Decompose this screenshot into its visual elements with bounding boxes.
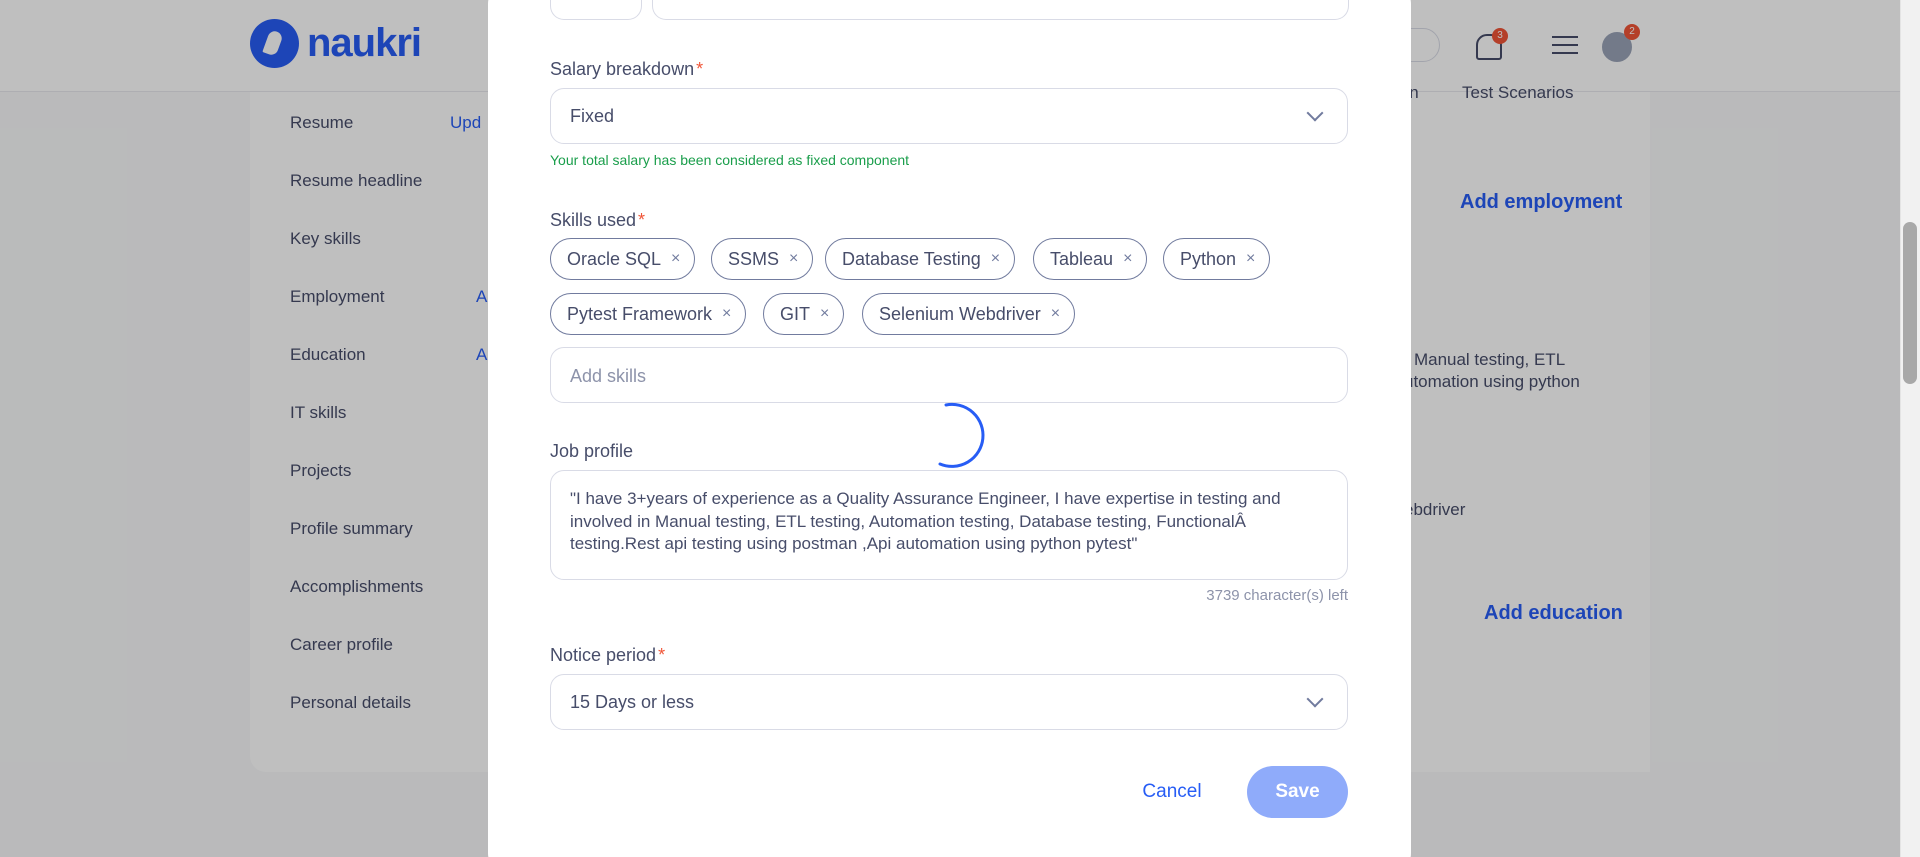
skill-chip-label: Pytest Framework xyxy=(567,303,713,324)
skills-used-label-text: Skills used xyxy=(550,210,637,230)
previous-field-input[interactable] xyxy=(550,0,642,20)
remove-chip-icon[interactable]: × xyxy=(820,305,829,323)
skill-chip: Python × xyxy=(1163,238,1271,280)
salary-hint: Your total salary has been considered as… xyxy=(550,152,910,168)
skill-chip-label: Oracle SQL xyxy=(567,248,662,269)
notice-period-label: Notice period * xyxy=(550,645,665,666)
remove-chip-icon[interactable]: × xyxy=(1123,250,1132,268)
skill-chip: SSMS × xyxy=(711,238,814,280)
save-button[interactable]: Save xyxy=(1247,766,1348,818)
remove-chip-icon[interactable]: × xyxy=(789,250,798,268)
loading-spinner-icon xyxy=(938,402,985,468)
remove-chip-icon[interactable]: × xyxy=(1246,250,1255,268)
job-profile-label: Job profile xyxy=(550,441,634,461)
characters-left-counter: 3739 character(s) left xyxy=(1206,587,1348,604)
scrollbar-track[interactable] xyxy=(1900,0,1920,857)
salary-breakdown-value: Fixed xyxy=(570,106,615,126)
skill-chip: Selenium Webdriver × xyxy=(862,293,1076,335)
skill-chip-label: SSMS xyxy=(728,248,780,269)
salary-breakdown-label: Salary breakdown * xyxy=(550,59,703,80)
required-asterisk: * xyxy=(658,645,666,665)
add-skills-input[interactable] xyxy=(570,364,1310,388)
notice-period-label-text: Notice period xyxy=(550,645,657,665)
add-skills-field[interactable] xyxy=(550,347,1348,403)
skill-chip: GIT × xyxy=(763,293,845,335)
notice-period-select[interactable]: 15 Days or less xyxy=(550,674,1348,730)
notice-period-value: 15 Days or less xyxy=(570,692,695,712)
previous-field-input[interactable] xyxy=(652,0,1349,20)
skill-chip-label: Python xyxy=(1180,248,1237,269)
salary-breakdown-label-text: Salary breakdown xyxy=(550,59,695,79)
skill-chip: Oracle SQL × xyxy=(550,238,696,280)
scrollbar-thumb[interactable] xyxy=(1903,222,1917,384)
chevron-down-icon xyxy=(1306,104,1324,122)
salary-breakdown-select[interactable]: Fixed xyxy=(550,88,1348,144)
skill-chip-label: GIT xyxy=(780,303,810,324)
chevron-down-icon xyxy=(1306,690,1324,708)
remove-chip-icon[interactable]: × xyxy=(1051,305,1060,323)
required-asterisk: * xyxy=(638,210,646,230)
skill-chip: Database Testing × xyxy=(825,238,1016,280)
skill-chip-label: Database Testing xyxy=(842,248,981,269)
required-asterisk: * xyxy=(696,59,704,79)
cancel-button[interactable]: Cancel xyxy=(1130,766,1214,818)
skill-chip-label: Tableau xyxy=(1050,248,1114,269)
skill-chip: Tableau × xyxy=(1033,238,1148,280)
remove-chip-icon[interactable]: × xyxy=(991,250,1000,268)
skill-chip-label: Selenium Webdriver xyxy=(879,303,1041,324)
skill-chip: Pytest Framework × xyxy=(550,293,747,335)
remove-chip-icon[interactable]: × xyxy=(722,305,731,323)
skills-used-label: Skills used * xyxy=(550,210,645,231)
remove-chip-icon[interactable]: × xyxy=(671,250,680,268)
job-profile-textarea[interactable]: "I have 3+years of experience as a Quali… xyxy=(550,470,1348,580)
